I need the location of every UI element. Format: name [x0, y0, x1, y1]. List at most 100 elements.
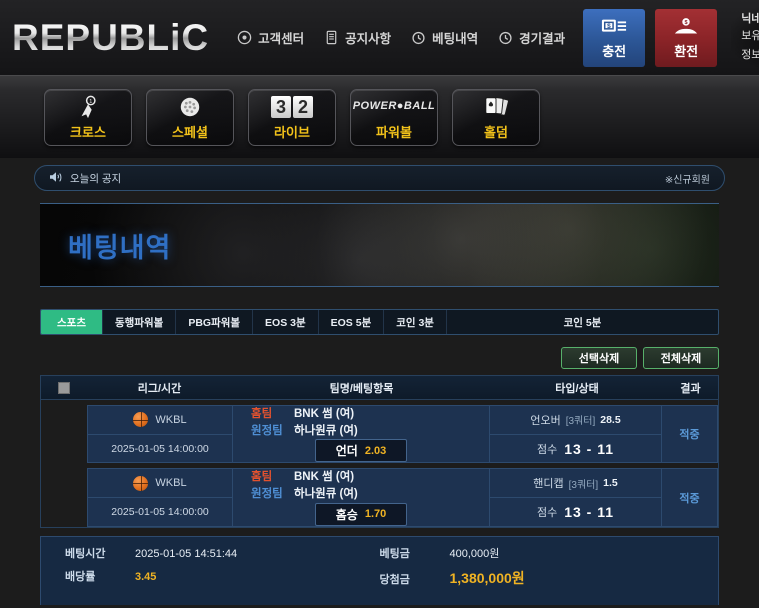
row-body: WKBL 2025-01-05 14:00:00 홈팀 BNK 썸 (여) 원정…	[87, 468, 718, 527]
tab-coin-3min[interactable]: 코인 3분	[384, 310, 447, 334]
category-holdem[interactable]: 홀덤	[452, 88, 540, 146]
deposit-icon: $	[601, 16, 627, 38]
summary-payout: 당첨금 1,380,000원	[380, 568, 695, 588]
page-content: 베팅내역 스포츠 동행파워볼 PBG파워볼 EOS 3분 EOS 5분 코인 3…	[0, 191, 759, 605]
team-names: 홈팀 BNK 썸 (여) 원정팀 하나원큐 (여)	[233, 406, 489, 439]
summary-odds: 배당률 3.45	[65, 568, 380, 584]
nav-item-customer-center[interactable]: 고객센터	[237, 28, 304, 47]
market-period: [3쿼터]	[565, 416, 596, 428]
league-name-wrap: WKBL	[88, 469, 232, 499]
league-cell: WKBL 2025-01-05 14:00:00	[88, 469, 233, 526]
tab-eos-3min[interactable]: EOS 3분	[253, 310, 319, 334]
selection-name: 홈승	[335, 507, 358, 522]
category-label: 홀덤	[484, 124, 508, 140]
selection-wrap: 홈승 1.70	[233, 502, 489, 526]
summary-bet-time: 베팅시간 2025-01-05 14:51:44	[65, 545, 380, 561]
deposit-button[interactable]: $ 충전	[583, 8, 646, 67]
betting-history-table: 리그/시간 팀명/베팅항목 타입/상태 결과 WKBL 2025-01-05 1…	[40, 375, 719, 528]
header-league: 리그/시간	[137, 382, 182, 395]
bet-time-label: 베팅시간	[65, 547, 106, 560]
team-names: 홈팀 BNK 썸 (여) 원정팀 하나원큐 (여)	[233, 469, 489, 502]
market-name: 언오버	[530, 414, 561, 427]
summary-right: 베팅금 400,000원 당첨금 1,380,000원	[380, 545, 695, 595]
market-info: 핸디캡 [3쿼터] 1.5	[490, 469, 661, 499]
powerball-icon: POWER ●BALL	[352, 100, 436, 112]
score-3-2-icon: 32	[270, 94, 314, 120]
summary-left: 베팅시간 2025-01-05 14:51:44 배당률 3.45	[65, 545, 380, 595]
nav-item-notice[interactable]: 공지사항	[324, 28, 391, 47]
document-icon	[324, 30, 339, 45]
away-label: 원정팀	[251, 424, 283, 437]
tab-donghaeng-powerball[interactable]: 동행파워볼	[103, 310, 177, 334]
row-select-cell	[41, 405, 87, 464]
row-select-cell	[41, 468, 87, 527]
away-team-name: 하나원큐 (여)	[294, 424, 358, 437]
home-label: 홈팀	[251, 471, 273, 484]
category-label: 스페셜	[172, 124, 208, 140]
clock-icon	[498, 30, 513, 45]
stake-value: 400,000원	[449, 547, 500, 560]
select-all-checkbox[interactable]	[58, 381, 70, 394]
bet-time-value: 2025-01-05 14:51:44	[135, 547, 238, 560]
league-name: WKBL	[155, 413, 187, 426]
league-name: WKBL	[155, 477, 187, 490]
withdraw-icon: $	[673, 16, 699, 38]
account-actions: $ 충전 $ 환전	[583, 8, 718, 67]
delete-all-button[interactable]: 전체삭제	[643, 347, 719, 369]
site-logo[interactable]: REPUBLiC	[8, 19, 215, 56]
type-cell: 언오버 [3쿼터] 28.5 점수 13 - 11	[490, 406, 662, 463]
payout-label: 당첨금	[379, 573, 410, 586]
table-header-row: 리그/시간 팀명/베팅항목 타입/상태 결과	[41, 375, 718, 400]
category-bar: 1 크로스 스페셜 32 라이브 POWER ●BALL 파워볼 홀덤	[0, 75, 759, 158]
category-powerball[interactable]: POWER ●BALL 파워볼	[350, 88, 438, 146]
headset-icon	[237, 30, 252, 45]
tab-pbg-powerball[interactable]: PBG파워볼	[176, 310, 254, 334]
golfball-icon	[178, 94, 202, 120]
stake-label: 베팅금	[379, 547, 410, 560]
header-type: 타입/상태	[555, 382, 599, 395]
tab-eos-5min[interactable]: EOS 5분	[319, 310, 385, 334]
game-type-tabs: 스포츠 동행파워볼 PBG파워볼 EOS 3분 EOS 5분 코인 3분 코인 …	[40, 309, 719, 335]
bet-selection[interactable]: 홈승 1.70	[315, 502, 407, 526]
header-result: 결과	[680, 382, 701, 395]
table-row: WKBL 2025-01-05 14:00:00 홈팀 BNK 썸 (여) 원정…	[41, 468, 718, 527]
market-info: 언오버 [3쿼터] 28.5	[490, 406, 661, 435]
nav-label: 고객센터	[258, 32, 305, 46]
edit-profile-link[interactable]: 정보수정	[741, 47, 759, 64]
away-label: 원정팀	[251, 488, 283, 501]
withdraw-button[interactable]: $ 환전	[655, 8, 718, 67]
selection-wrap: 언더 2.03	[233, 439, 489, 463]
match-datetime: 2025-01-05 14:00:00	[111, 442, 209, 455]
category-label: 파워볼	[376, 124, 412, 140]
speaker-icon	[49, 171, 63, 186]
category-cross[interactable]: 1 크로스	[44, 88, 132, 146]
tab-sports[interactable]: 스포츠	[41, 310, 103, 334]
bet-summary: 베팅시간 2025-01-05 14:51:44 배당률 3.45 베팅금 40…	[40, 535, 719, 605]
bet-selection[interactable]: 언더 2.03	[315, 439, 407, 463]
home-team-name: BNK 썸 (여)	[294, 408, 355, 420]
score-label: 점수	[536, 506, 558, 519]
market-name: 핸디캡	[533, 478, 564, 491]
market-period: [3쿼터]	[568, 479, 599, 491]
type-cell: 핸디캡 [3쿼터] 1.5 점수 13 - 11	[490, 469, 662, 526]
nav-item-game-results[interactable]: 경기결과	[498, 28, 565, 47]
nav-item-betting-history[interactable]: 베팅내역	[411, 28, 478, 47]
selection-odds: 2.03	[364, 444, 387, 457]
home-label: 홈팀	[251, 408, 273, 420]
delete-selected-button[interactable]: 선택삭제	[561, 347, 637, 369]
home-team-name: BNK 썸 (여)	[294, 471, 355, 484]
match-datetime: 2025-01-05 14:00:00	[111, 505, 209, 518]
nav-label: 베팅내역	[432, 32, 479, 46]
category-label: 라이브	[274, 124, 310, 140]
tabs-wrap: 스포츠 동행파워볼 PBG파워볼 EOS 3분 EOS 5분 코인 3분 코인 …	[40, 309, 719, 335]
team-cell: 홈팀 BNK 썸 (여) 원정팀 하나원큐 (여) 언더 2.03	[233, 406, 490, 463]
category-special[interactable]: 스페셜	[146, 88, 234, 146]
score-value: 13 - 11	[564, 503, 615, 520]
site-header: REPUBLiC 고객센터 공지사항 베팅내역 경기결과 $ 충전 $ 환전 닉…	[0, 0, 759, 75]
category-live[interactable]: 32 라이브	[248, 88, 336, 146]
notice-bar[interactable]: 오늘의 공지 ※신규회원	[34, 165, 725, 191]
tab-coin-5min[interactable]: 코인 5분	[447, 310, 718, 334]
row-body: WKBL 2025-01-05 14:00:00 홈팀 BNK 썸 (여) 원정…	[87, 405, 718, 464]
score-value: 13 - 11	[564, 440, 615, 457]
notice-text: ※신규회원	[664, 174, 710, 186]
